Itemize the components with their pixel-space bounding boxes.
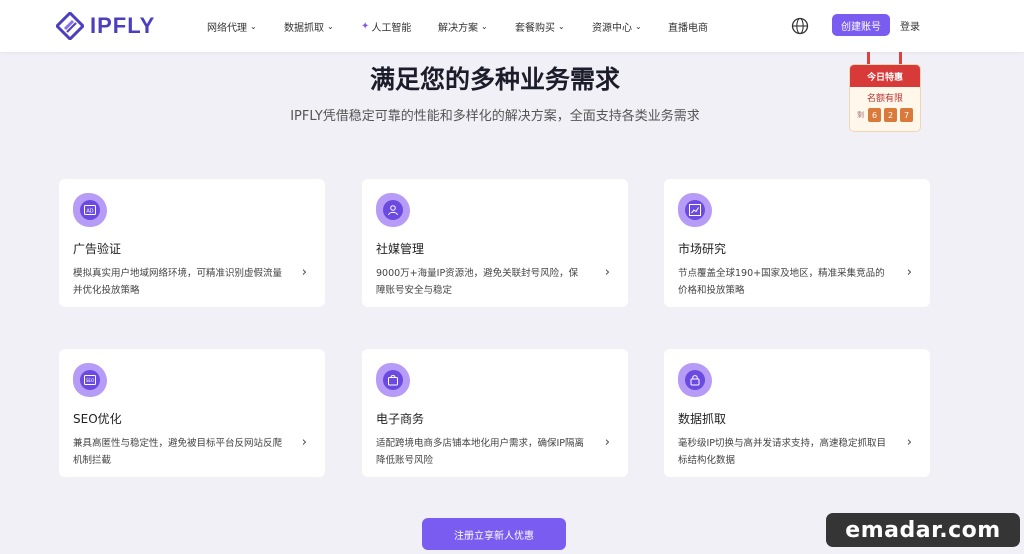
site-header: IPFLY 网络代理 ⌄ 数据抓取 ⌄ ✦ 人工智能 解决方案 ⌄ 套餐购买 ⌄ 资源中心… xyxy=(0,0,1024,52)
svg-text:AD: AD xyxy=(86,209,93,215)
nav-label: 人工智能 xyxy=(371,22,412,34)
nav-item-solutions[interactable]: 解决方案 ⌄ xyxy=(438,18,488,34)
promo-digits-label: 剩 xyxy=(857,111,864,119)
nav-item-proxy[interactable]: 网络代理 ⌄ xyxy=(207,18,257,34)
nav-item-ai[interactable]: ✦ 人工智能 xyxy=(361,18,411,34)
seo-icon: SEO xyxy=(73,363,107,397)
promo-calendar-badge[interactable]: 今日特惠 名额有限 剩 6 2 7 xyxy=(849,52,921,132)
card-desc: 适配跨境电商多店铺本地化用户需求，确保IP隔离降低账号风险 xyxy=(376,438,585,466)
nav-item-pricing[interactable]: 套餐购买 ⌄ xyxy=(515,18,565,34)
nav-label: 套餐购买 xyxy=(515,22,555,34)
chart-icon xyxy=(678,193,712,227)
card-social-media[interactable]: 社媒管理 9000万+海量IP资源池，避免关联封号风险，保障账号安全与稳定 › xyxy=(362,179,628,307)
card-title: 广告验证 xyxy=(73,242,122,256)
chevron-right-icon[interactable]: › xyxy=(302,265,307,280)
chevron-right-icon[interactable]: › xyxy=(907,265,912,280)
login-link[interactable]: 登录 xyxy=(900,18,920,33)
card-desc: 兼具高匿性与稳定性，避免被目标平台反网站反爬机制拦截 xyxy=(73,438,283,466)
chevron-down-icon: ⌄ xyxy=(481,21,488,31)
card-title: 市场研究 xyxy=(678,242,727,256)
promo-digit: 6 xyxy=(868,108,881,122)
chevron-right-icon[interactable]: › xyxy=(302,435,307,450)
watermark: emadar.com xyxy=(826,513,1020,547)
card-ad-verification[interactable]: AD 广告验证 模拟真实用户地域网络环境，可精准识别虚假流量并优化投放策略 › xyxy=(59,179,325,307)
card-seo[interactable]: SEO SEO优化 兼具高匿性与稳定性，避免被目标平台反网站反爬机制拦截 › xyxy=(59,349,325,477)
card-desc: 9000万+海量IP资源池，避免关联封号风险，保障账号安全与稳定 xyxy=(376,268,579,296)
promo-digit: 2 xyxy=(884,108,897,122)
page-subtitle: IPFLY凭借稳定可靠的性能和多样化的解决方案，全面支持各类业务需求 xyxy=(290,109,700,124)
card-data-scraping[interactable]: 数据抓取 毫秒级IP切换与高并发请求支持，高速稳定抓取目标结构化数据 › xyxy=(664,349,930,477)
shop-icon xyxy=(376,363,410,397)
chevron-down-icon: ⌄ xyxy=(250,21,257,31)
ad-icon: AD xyxy=(73,193,107,227)
card-desc: 毫秒级IP切换与高并发请求支持，高速稳定抓取目标结构化数据 xyxy=(678,438,887,466)
card-desc: 节点覆盖全球190+国家及地区，精准采集竞品的价格和投放策略 xyxy=(678,268,885,296)
card-ecommerce[interactable]: 电子商务 适配跨境电商多店铺本地化用户需求，确保IP隔离降低账号风险 › xyxy=(362,349,628,477)
card-title: 社媒管理 xyxy=(376,242,425,256)
create-account-button[interactable]: 创建账号 xyxy=(832,14,890,36)
nav-label: 解决方案 xyxy=(438,22,478,34)
card-title: SEO优化 xyxy=(73,412,122,426)
nav-item-live-commerce[interactable]: 直播电商 xyxy=(668,18,708,34)
chevron-right-icon[interactable]: › xyxy=(605,265,610,280)
nav-item-scraping[interactable]: 数据抓取 ⌄ xyxy=(284,18,334,34)
nav-label: 直播电商 xyxy=(668,22,708,34)
signup-promo-button[interactable]: 注册立享新人优惠 xyxy=(422,518,566,550)
chevron-down-icon: ⌄ xyxy=(635,21,642,31)
sparkle-icon: ✦ xyxy=(361,20,370,32)
lock-icon xyxy=(678,363,712,397)
nav-item-resources[interactable]: 资源中心 ⌄ xyxy=(592,18,642,34)
user-icon xyxy=(376,193,410,227)
promo-digit: 7 xyxy=(900,108,913,122)
page-title: 满足您的多种业务需求 xyxy=(369,65,620,94)
card-title: 数据抓取 xyxy=(678,412,727,426)
promo-subline: 名额有限 xyxy=(866,94,903,104)
calendar-body: 今日特惠 名额有限 剩 6 2 7 xyxy=(849,64,921,132)
chevron-down-icon: ⌄ xyxy=(327,21,334,31)
nav-label: 数据抓取 xyxy=(284,22,324,34)
chevron-right-icon[interactable]: › xyxy=(907,435,912,450)
nav-label: 资源中心 xyxy=(592,22,632,34)
promo-banner: 今日特惠 xyxy=(850,65,920,87)
chevron-down-icon: ⌄ xyxy=(558,21,565,31)
card-desc: 模拟真实用户地域网络环境，可精准识别虚假流量并优化投放策略 xyxy=(73,268,283,296)
svg-text:SEO: SEO xyxy=(86,378,94,383)
chevron-right-icon[interactable]: › xyxy=(605,435,610,450)
card-title: 电子商务 xyxy=(376,412,425,426)
nav-label: 网络代理 xyxy=(207,22,247,34)
card-market-research[interactable]: 市场研究 节点覆盖全球190+国家及地区，精准采集竞品的价格和投放策略 › xyxy=(664,179,930,307)
promo-digits: 剩 6 2 7 xyxy=(850,108,920,122)
globe-icon[interactable] xyxy=(791,17,809,35)
